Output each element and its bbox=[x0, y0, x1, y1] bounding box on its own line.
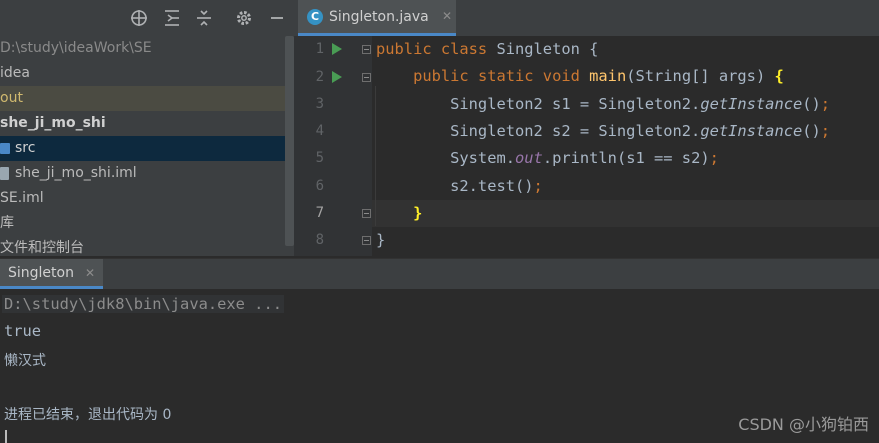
run-icon[interactable] bbox=[332, 43, 342, 55]
line-number: 7 bbox=[315, 205, 324, 221]
expand-all-icon[interactable] bbox=[161, 7, 183, 29]
editor-tab-bar: C Singleton.java ✕ bbox=[294, 0, 879, 37]
code-line-1: public class Singleton { bbox=[376, 40, 599, 58]
code-editor[interactable]: public class Singleton { public static v… bbox=[372, 36, 879, 256]
tree-item-label: SE.iml bbox=[0, 190, 44, 206]
line-number: 1 bbox=[315, 41, 324, 57]
tab-label: Singleton.java bbox=[329, 9, 429, 25]
fold-icon[interactable] bbox=[362, 236, 371, 245]
code-line-2: public static void main(String[] args) { bbox=[413, 67, 784, 85]
tree-item-se-iml[interactable]: SE.iml bbox=[0, 186, 294, 211]
run-tab-singleton[interactable]: Singleton ✕ bbox=[0, 259, 103, 289]
line-number: 6 bbox=[315, 178, 324, 194]
tree-item-scratches[interactable]: 文件和控制台 bbox=[0, 236, 294, 256]
code-line-5: System.out.println(s1 == s2); bbox=[376, 149, 719, 167]
code-line-8: } bbox=[376, 231, 386, 249]
project-scrollbar[interactable] bbox=[285, 36, 294, 246]
tree-item-label: 文件和控制台 bbox=[0, 240, 84, 256]
tree-item-she-ji-mo-shi[interactable]: she_ji_mo_shi bbox=[0, 111, 294, 136]
console-caret bbox=[5, 430, 7, 443]
tree-item-label: D:\study\ideaWork\SE bbox=[0, 40, 152, 56]
code-line-7: } bbox=[413, 204, 423, 222]
tab-singleton-java[interactable]: C Singleton.java ✕ bbox=[298, 0, 456, 36]
console-command-line[interactable]: D:\study\jdk8\bin\java.exe ... bbox=[2, 295, 284, 313]
line-number: 8 bbox=[315, 232, 324, 248]
tree-item-label: out bbox=[0, 90, 23, 106]
tree-item-root[interactable]: D:\study\ideaWork\SE bbox=[0, 36, 294, 61]
tree-item-out[interactable]: out bbox=[0, 86, 294, 111]
tree-item-label: idea bbox=[0, 65, 30, 81]
tree-item-label: she_ji_mo_shi.iml bbox=[15, 165, 137, 181]
tree-item-libraries[interactable]: 库 bbox=[0, 211, 294, 236]
run-panel-header: Singleton ✕ bbox=[0, 258, 879, 289]
tree-item-label: she_ji_mo_shi bbox=[0, 115, 106, 131]
settings-icon[interactable] bbox=[233, 7, 255, 29]
java-class-icon: C bbox=[307, 9, 323, 25]
line-number: 3 bbox=[315, 96, 324, 112]
project-panel: D:\study\ideaWork\SE idea out she_ji_mo_… bbox=[0, 0, 294, 256]
watermark: CSDN @小狗铂西 bbox=[738, 415, 869, 434]
fold-icon[interactable] bbox=[362, 209, 371, 218]
project-toolbar bbox=[0, 0, 294, 36]
line-number: 4 bbox=[315, 123, 324, 139]
close-icon[interactable]: ✕ bbox=[85, 266, 95, 280]
tree-item-iml[interactable]: she_ji_mo_shi.iml bbox=[0, 161, 294, 186]
tree-item-idea[interactable]: idea bbox=[0, 61, 294, 86]
run-icon[interactable] bbox=[332, 71, 342, 83]
project-tree: D:\study\ideaWork\SE idea out she_ji_mo_… bbox=[0, 36, 294, 256]
code-line-3: Singleton2 s1 = Singleton2.getInstance()… bbox=[376, 95, 831, 113]
tree-item-src[interactable]: src bbox=[0, 136, 294, 161]
hide-icon[interactable] bbox=[266, 7, 288, 29]
current-line-highlight bbox=[372, 200, 879, 227]
tree-item-label: src bbox=[15, 140, 36, 156]
code-line-4: Singleton2 s2 = Singleton2.getInstance()… bbox=[376, 122, 831, 140]
module-file-icon bbox=[0, 167, 9, 180]
locate-icon[interactable] bbox=[128, 7, 150, 29]
close-icon[interactable]: ✕ bbox=[442, 9, 452, 23]
fold-icon[interactable] bbox=[362, 73, 371, 82]
fold-icon[interactable] bbox=[362, 45, 371, 54]
console-output-line: true bbox=[4, 322, 42, 340]
code-line-6: s2.test(); bbox=[376, 177, 543, 195]
line-number: 5 bbox=[315, 150, 324, 166]
console-exit-line: 进程已结束，退出代码为 0 bbox=[4, 407, 172, 423]
tree-item-label: 库 bbox=[0, 215, 14, 231]
folder-icon bbox=[0, 143, 10, 154]
console-output-line: 懒汉式 bbox=[4, 353, 46, 369]
collapse-all-icon[interactable] bbox=[193, 7, 215, 29]
editor-gutter: 1 2 3 4 5 6 7 8 bbox=[294, 36, 372, 256]
line-number: 2 bbox=[315, 69, 324, 85]
run-tab-label: Singleton bbox=[8, 265, 74, 281]
